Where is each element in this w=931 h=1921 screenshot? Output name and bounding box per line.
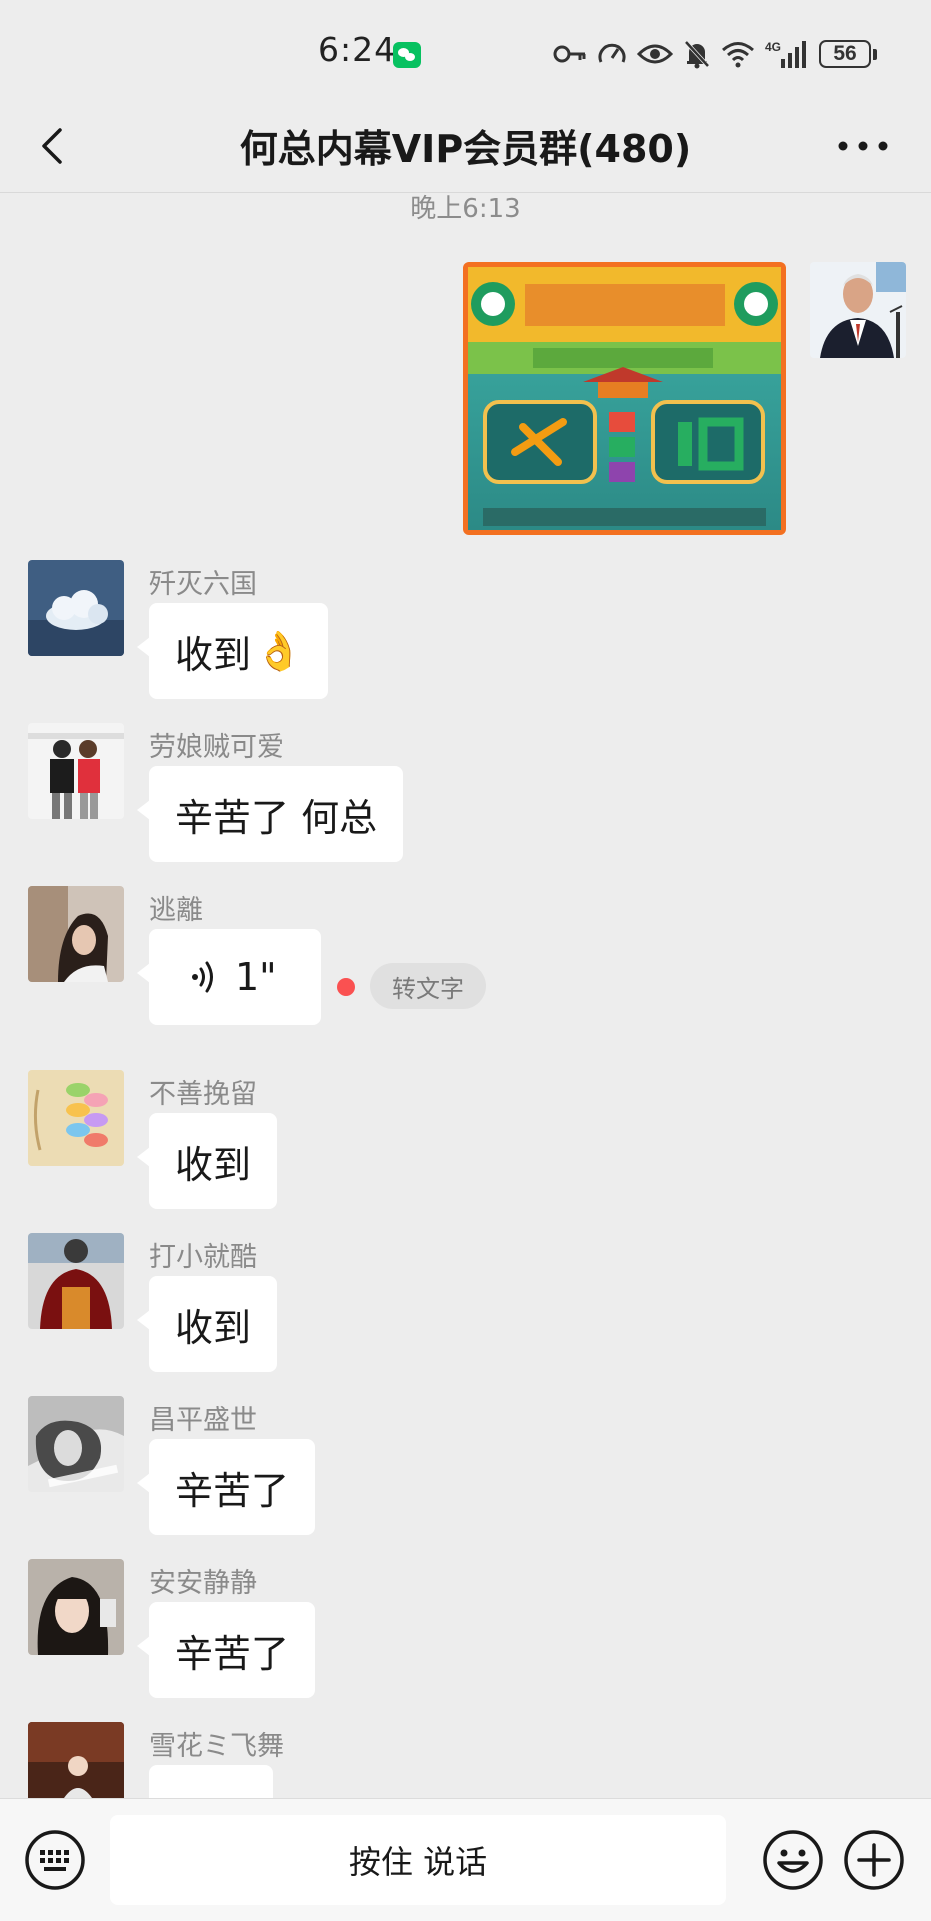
avatar[interactable] [28, 723, 124, 819]
svg-text:4G: 4G [765, 40, 781, 54]
message-text: 辛苦了 何总 [175, 795, 378, 840]
emoji-icon[interactable] [762, 1829, 824, 1891]
status-bar: 6:24 4G 56 [0, 0, 931, 100]
voice-message-bubble[interactable]: 1" [137, 929, 321, 1025]
voice-duration: 1" [235, 955, 277, 999]
nav-bar: 何总内幕VIP会员群(480) [0, 100, 931, 193]
more-dots-icon[interactable] [835, 128, 891, 164]
input-bar: 按住 说话 [0, 1798, 931, 1921]
lottery-poster-image[interactable] [463, 262, 786, 535]
avatar[interactable] [28, 1396, 124, 1492]
unread-dot [337, 978, 355, 996]
message-bubble[interactable]: 辛苦了 何总 [136, 766, 404, 862]
message-text: 收到 [175, 1305, 252, 1350]
wifi-icon [722, 42, 754, 68]
avatar[interactable] [28, 886, 124, 982]
time-divider: 晚上6:13 [410, 194, 521, 224]
sender-name: 安安静静 [149, 1568, 257, 1599]
convert-to-text-button[interactable]: 转文字 [370, 963, 486, 1009]
status-icons: 4G 56 [553, 36, 877, 72]
message-bubble[interactable]: 收到 👌 [136, 603, 329, 699]
speedometer-icon [598, 43, 626, 63]
avatar[interactable] [28, 1070, 124, 1166]
status-time: 6:24 [318, 30, 397, 69]
message-bubble[interactable]: 收到 [136, 1276, 278, 1372]
sender-name: 打小就酷 [149, 1242, 257, 1273]
signal-icon: 4G [765, 40, 806, 68]
keyboard-icon[interactable] [24, 1829, 86, 1891]
wechat-notification-icon [393, 42, 421, 68]
mute-bell-icon [684, 40, 710, 69]
battery-icon: 56 [819, 40, 877, 68]
key-icon [553, 45, 586, 63]
eye-icon [637, 44, 673, 64]
plus-circle-icon[interactable] [843, 1829, 905, 1891]
avatar[interactable] [28, 1233, 124, 1329]
self-avatar[interactable] [810, 262, 906, 358]
hold-to-talk-button[interactable]: 按住 说话 [110, 1815, 726, 1905]
message-text: 收到 [175, 1142, 252, 1187]
ok-hand-emoji: 👌 [255, 628, 303, 673]
avatar[interactable] [28, 560, 124, 656]
voice-wave-icon [192, 961, 213, 993]
sender-name: 雪花ミ飞舞 [149, 1731, 284, 1762]
avatar[interactable] [28, 1559, 124, 1655]
sender-name: 逃離 [149, 895, 203, 926]
sender-name: 不善挽留 [149, 1079, 257, 1110]
message-text: 收到 [175, 632, 252, 677]
message-bubble[interactable]: 辛苦了 [136, 1439, 316, 1535]
sender-name: 歼灭六国 [149, 569, 257, 600]
sender-name: 劳娘贼可爱 [149, 732, 284, 763]
message-bubble[interactable]: 辛苦了 [136, 1602, 316, 1698]
message-text: 辛苦了 [175, 1631, 290, 1676]
message-bubble[interactable]: 收到 [136, 1113, 278, 1209]
chat-title: 何总内幕VIP会员群(480) [239, 127, 692, 171]
sender-name: 昌平盛世 [149, 1405, 257, 1436]
message-text: 辛苦了 [175, 1468, 290, 1513]
battery-level: 56 [819, 40, 871, 68]
